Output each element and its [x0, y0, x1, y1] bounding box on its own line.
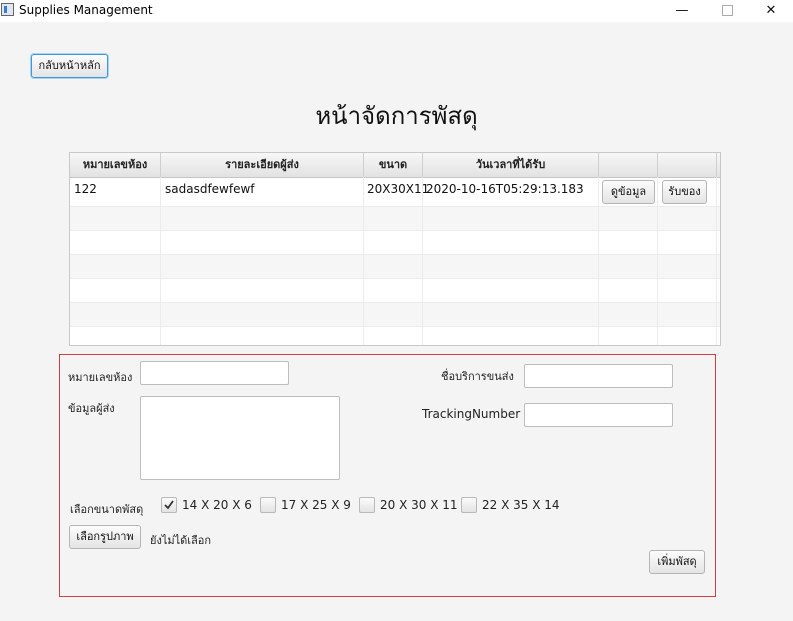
column-divider [716, 177, 717, 345]
column-header-receive[interactable] [658, 153, 717, 177]
choose-image-button[interactable]: เลือกรูปภาพ [69, 525, 141, 549]
maximize-icon [721, 5, 733, 16]
room-number-label: หมายเลขห้อง [68, 371, 133, 384]
view-details-button[interactable]: ดูข้อมูล [602, 180, 655, 204]
table-row-empty [70, 279, 720, 303]
cell-sender: sadasdfewfewf [165, 182, 255, 196]
maximize-button[interactable] [705, 0, 749, 22]
column-divider [598, 177, 599, 345]
room-number-input[interactable] [140, 361, 289, 385]
size-checkbox-14x20x6[interactable] [161, 497, 177, 513]
cell-received: 2020-10-16T05:29:13.183 [426, 182, 584, 196]
column-header-size[interactable]: ขนาด [364, 153, 423, 177]
image-status-label: ยังไม่ได้เลือก [150, 534, 212, 547]
cell-room: 122 [74, 182, 97, 196]
size-checkbox-22x35x14[interactable] [461, 497, 477, 513]
receive-parcel-button[interactable]: รับของ [662, 180, 707, 204]
column-header-sender[interactable]: รายละเอียดผู้ส่ง [161, 153, 364, 177]
parcel-table: หมายเลขห้อง รายละเอียดผู้ส่ง ขนาด วันเวล… [69, 152, 721, 346]
title-bar: Supplies Management — ✕ [0, 0, 793, 22]
column-divider [363, 177, 364, 345]
table-row-empty [70, 255, 720, 279]
add-parcel-form: หมายเลขห้อง ข้อมูลผู้ส่ง ชื่อบริการขนส่ง… [59, 354, 716, 597]
column-divider [422, 177, 423, 345]
checkmark-icon [164, 500, 174, 510]
tracking-number-input[interactable] [524, 403, 673, 427]
app-icon [1, 3, 14, 16]
window-title: Supplies Management [19, 3, 153, 17]
tracking-number-label: TrackingNumber [422, 407, 521, 421]
size-option-label: 20 X 30 X 11 [380, 498, 458, 512]
column-header-view[interactable] [599, 153, 658, 177]
cell-size: 20X30X11 [367, 182, 430, 196]
column-divider [657, 177, 658, 345]
sender-info-textarea[interactable] [140, 396, 340, 480]
column-divider [160, 177, 161, 345]
close-button[interactable]: ✕ [749, 0, 793, 22]
size-option-label: 22 X 35 X 14 [482, 498, 560, 512]
size-checkbox-17x25x9[interactable] [260, 497, 276, 513]
add-parcel-button[interactable]: เพิ่มพัสดุ [649, 550, 705, 574]
parcel-size-label: เลือกขนาดพัสดุ [70, 503, 144, 516]
table-row-empty [70, 327, 720, 345]
size-checkbox-20x30x11[interactable] [359, 497, 375, 513]
carrier-name-input[interactable] [524, 364, 673, 388]
table-row-empty [70, 207, 720, 231]
sender-info-label: ข้อมูลผู้ส่ง [68, 402, 115, 415]
table-header: หมายเลขห้อง รายละเอียดผู้ส่ง ขนาด วันเวล… [70, 153, 720, 178]
column-header-received[interactable]: วันเวลาที่ได้รับ [423, 153, 599, 177]
minimize-button[interactable]: — [660, 0, 704, 22]
size-option-label: 17 X 25 X 9 [281, 498, 351, 512]
table-row-empty [70, 303, 720, 327]
column-header-room[interactable]: หมายเลขห้อง [70, 153, 161, 177]
back-to-home-button[interactable]: กลับหน้าหลัก [31, 54, 108, 78]
table-row[interactable]: 122 sadasdfewfewf 20X30X11 2020-10-16T05… [70, 177, 720, 207]
size-option-label: 14 X 20 X 6 [182, 498, 252, 512]
page-title: หน้าจัดการพัสดุ [315, 102, 478, 130]
carrier-name-label: ชื่อบริการขนส่ง [441, 370, 514, 383]
table-row-empty [70, 231, 720, 255]
